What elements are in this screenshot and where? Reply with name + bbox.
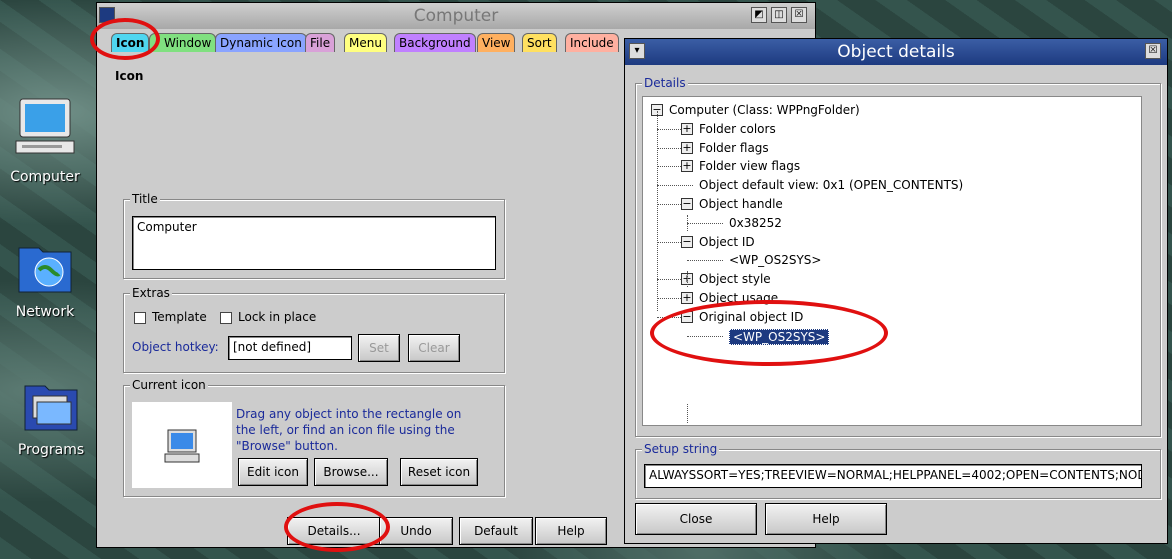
- tree-connector: [657, 166, 681, 168]
- reset-icon-button[interactable]: Reset icon: [400, 458, 478, 486]
- highlight-ring-original-id: [650, 300, 888, 366]
- tree-node[interactable]: Object handle: [699, 197, 783, 211]
- tree-connector: [687, 271, 688, 287]
- tree-connector: [657, 111, 658, 311]
- details-titlebar[interactable]: Object details: [625, 39, 1167, 65]
- tree-connector: [687, 260, 723, 262]
- close-icon[interactable]: ☒: [1145, 43, 1161, 59]
- system-menu-icon[interactable]: ▾: [629, 43, 645, 59]
- tree-node[interactable]: Folder colors: [699, 122, 776, 136]
- tree-connector: [687, 222, 723, 224]
- extras-group: Extras Template Lock in place Object hot…: [123, 286, 505, 373]
- tree-node[interactable]: Folder flags: [699, 141, 769, 155]
- current-icon-group: Current icon Drag any object into the re…: [123, 378, 505, 497]
- tree-node[interactable]: Object ID: [699, 235, 755, 249]
- network-folder-icon: [0, 240, 90, 300]
- expand-icon[interactable]: +: [681, 292, 693, 304]
- hotkey-label: Object hotkey:: [132, 340, 219, 354]
- desktop-icon-computer[interactable]: Computer: [0, 95, 90, 185]
- close-button[interactable]: Close: [635, 503, 757, 535]
- tree-connector: [687, 215, 688, 231]
- details-help-button[interactable]: Help: [765, 503, 887, 535]
- default-button[interactable]: Default: [459, 517, 533, 545]
- expand-icon[interactable]: +: [681, 122, 693, 135]
- tree-connector: [657, 147, 681, 149]
- clear-hotkey-button[interactable]: Clear: [408, 334, 460, 362]
- collapse-icon[interactable]: −: [681, 235, 693, 248]
- tree-node[interactable]: Folder view flags: [699, 159, 800, 173]
- desktop-icon-programs[interactable]: Programs: [6, 378, 96, 458]
- tree-connector: [687, 404, 688, 423]
- tree-connector: [657, 241, 681, 243]
- tree-node[interactable]: <WP_OS2SYS>: [729, 253, 821, 267]
- desktop-icon-label: Programs: [17, 442, 85, 458]
- tree-connector: [657, 204, 681, 205]
- tab-file[interactable]: File: [305, 33, 336, 52]
- hotkey-field[interactable]: [not defined]: [228, 336, 352, 360]
- desktop-icon-network[interactable]: Network: [0, 240, 90, 320]
- computer-icon: [164, 429, 200, 463]
- tree-node[interactable]: 0x38252: [729, 216, 782, 230]
- icon-hint: Drag any object into the rectangle on th…: [236, 407, 462, 453]
- window-title: Object details: [837, 42, 955, 62]
- highlight-ring-details-button: [284, 502, 390, 552]
- restore-icon[interactable]: ◫: [771, 7, 787, 23]
- settings-titlebar[interactable]: Computer: [97, 3, 815, 29]
- tab-background[interactable]: Background: [394, 33, 476, 52]
- tree-node[interactable]: Object default view: 0x1 (OPEN_CONTENTS): [699, 178, 963, 192]
- undo-button[interactable]: Undo: [379, 517, 453, 545]
- edit-icon-button[interactable]: Edit icon: [238, 458, 308, 486]
- tab-view[interactable]: View: [477, 33, 516, 52]
- tree-node[interactable]: Computer (Class: WPPngFolder): [669, 103, 860, 117]
- desktop-icon-label: Network: [15, 304, 75, 320]
- icon-drop-area[interactable]: [132, 402, 232, 488]
- lock-in-place-checkbox[interactable]: [220, 312, 232, 324]
- title-group: Title Computer: [123, 192, 505, 279]
- tree-connector: [657, 298, 681, 299]
- tree-connector: [657, 128, 681, 130]
- window-title: Computer: [413, 6, 499, 26]
- template-label: Template: [152, 310, 207, 324]
- lock-in-place-label: Lock in place: [238, 310, 317, 324]
- template-checkbox[interactable]: [134, 312, 146, 324]
- help-button[interactable]: Help: [535, 517, 607, 545]
- page-heading: Icon: [115, 69, 144, 83]
- collapse-icon[interactable]: −: [681, 198, 693, 210]
- programs-folder-icon: [6, 378, 96, 438]
- hide-icon[interactable]: ◩: [751, 7, 767, 23]
- tab-dynamic-icon[interactable]: Dynamic Icon: [215, 33, 307, 52]
- tab-include[interactable]: Include: [565, 33, 619, 52]
- highlight-ring-icon-tab: [90, 18, 160, 60]
- close-icon[interactable]: ☒: [791, 7, 807, 23]
- expand-icon[interactable]: +: [681, 160, 693, 173]
- tab-menu[interactable]: Menu: [344, 33, 387, 52]
- object-details-tree[interactable]: − Computer (Class: WPPngFolder) + Folder co…: [642, 96, 1142, 426]
- title-field[interactable]: Computer: [132, 216, 496, 270]
- browse-button[interactable]: Browse...: [314, 458, 388, 486]
- tree-connector: [657, 279, 681, 281]
- computer-icon: [0, 95, 90, 165]
- setup-string-group: Setup string ALWAYSSORT=YES;TREEVIEW=NOR…: [635, 442, 1161, 499]
- tab-sort[interactable]: Sort: [522, 33, 557, 52]
- expand-icon[interactable]: +: [681, 141, 693, 154]
- tree-node[interactable]: Object style: [699, 272, 771, 286]
- desktop-icon-label: Computer: [10, 169, 80, 185]
- set-hotkey-button[interactable]: Set: [358, 334, 400, 362]
- setup-string-field[interactable]: ALWAYSSORT=YES;TREEVIEW=NORMAL;HELPPANEL…: [644, 464, 1142, 488]
- tree-connector: [657, 185, 693, 187]
